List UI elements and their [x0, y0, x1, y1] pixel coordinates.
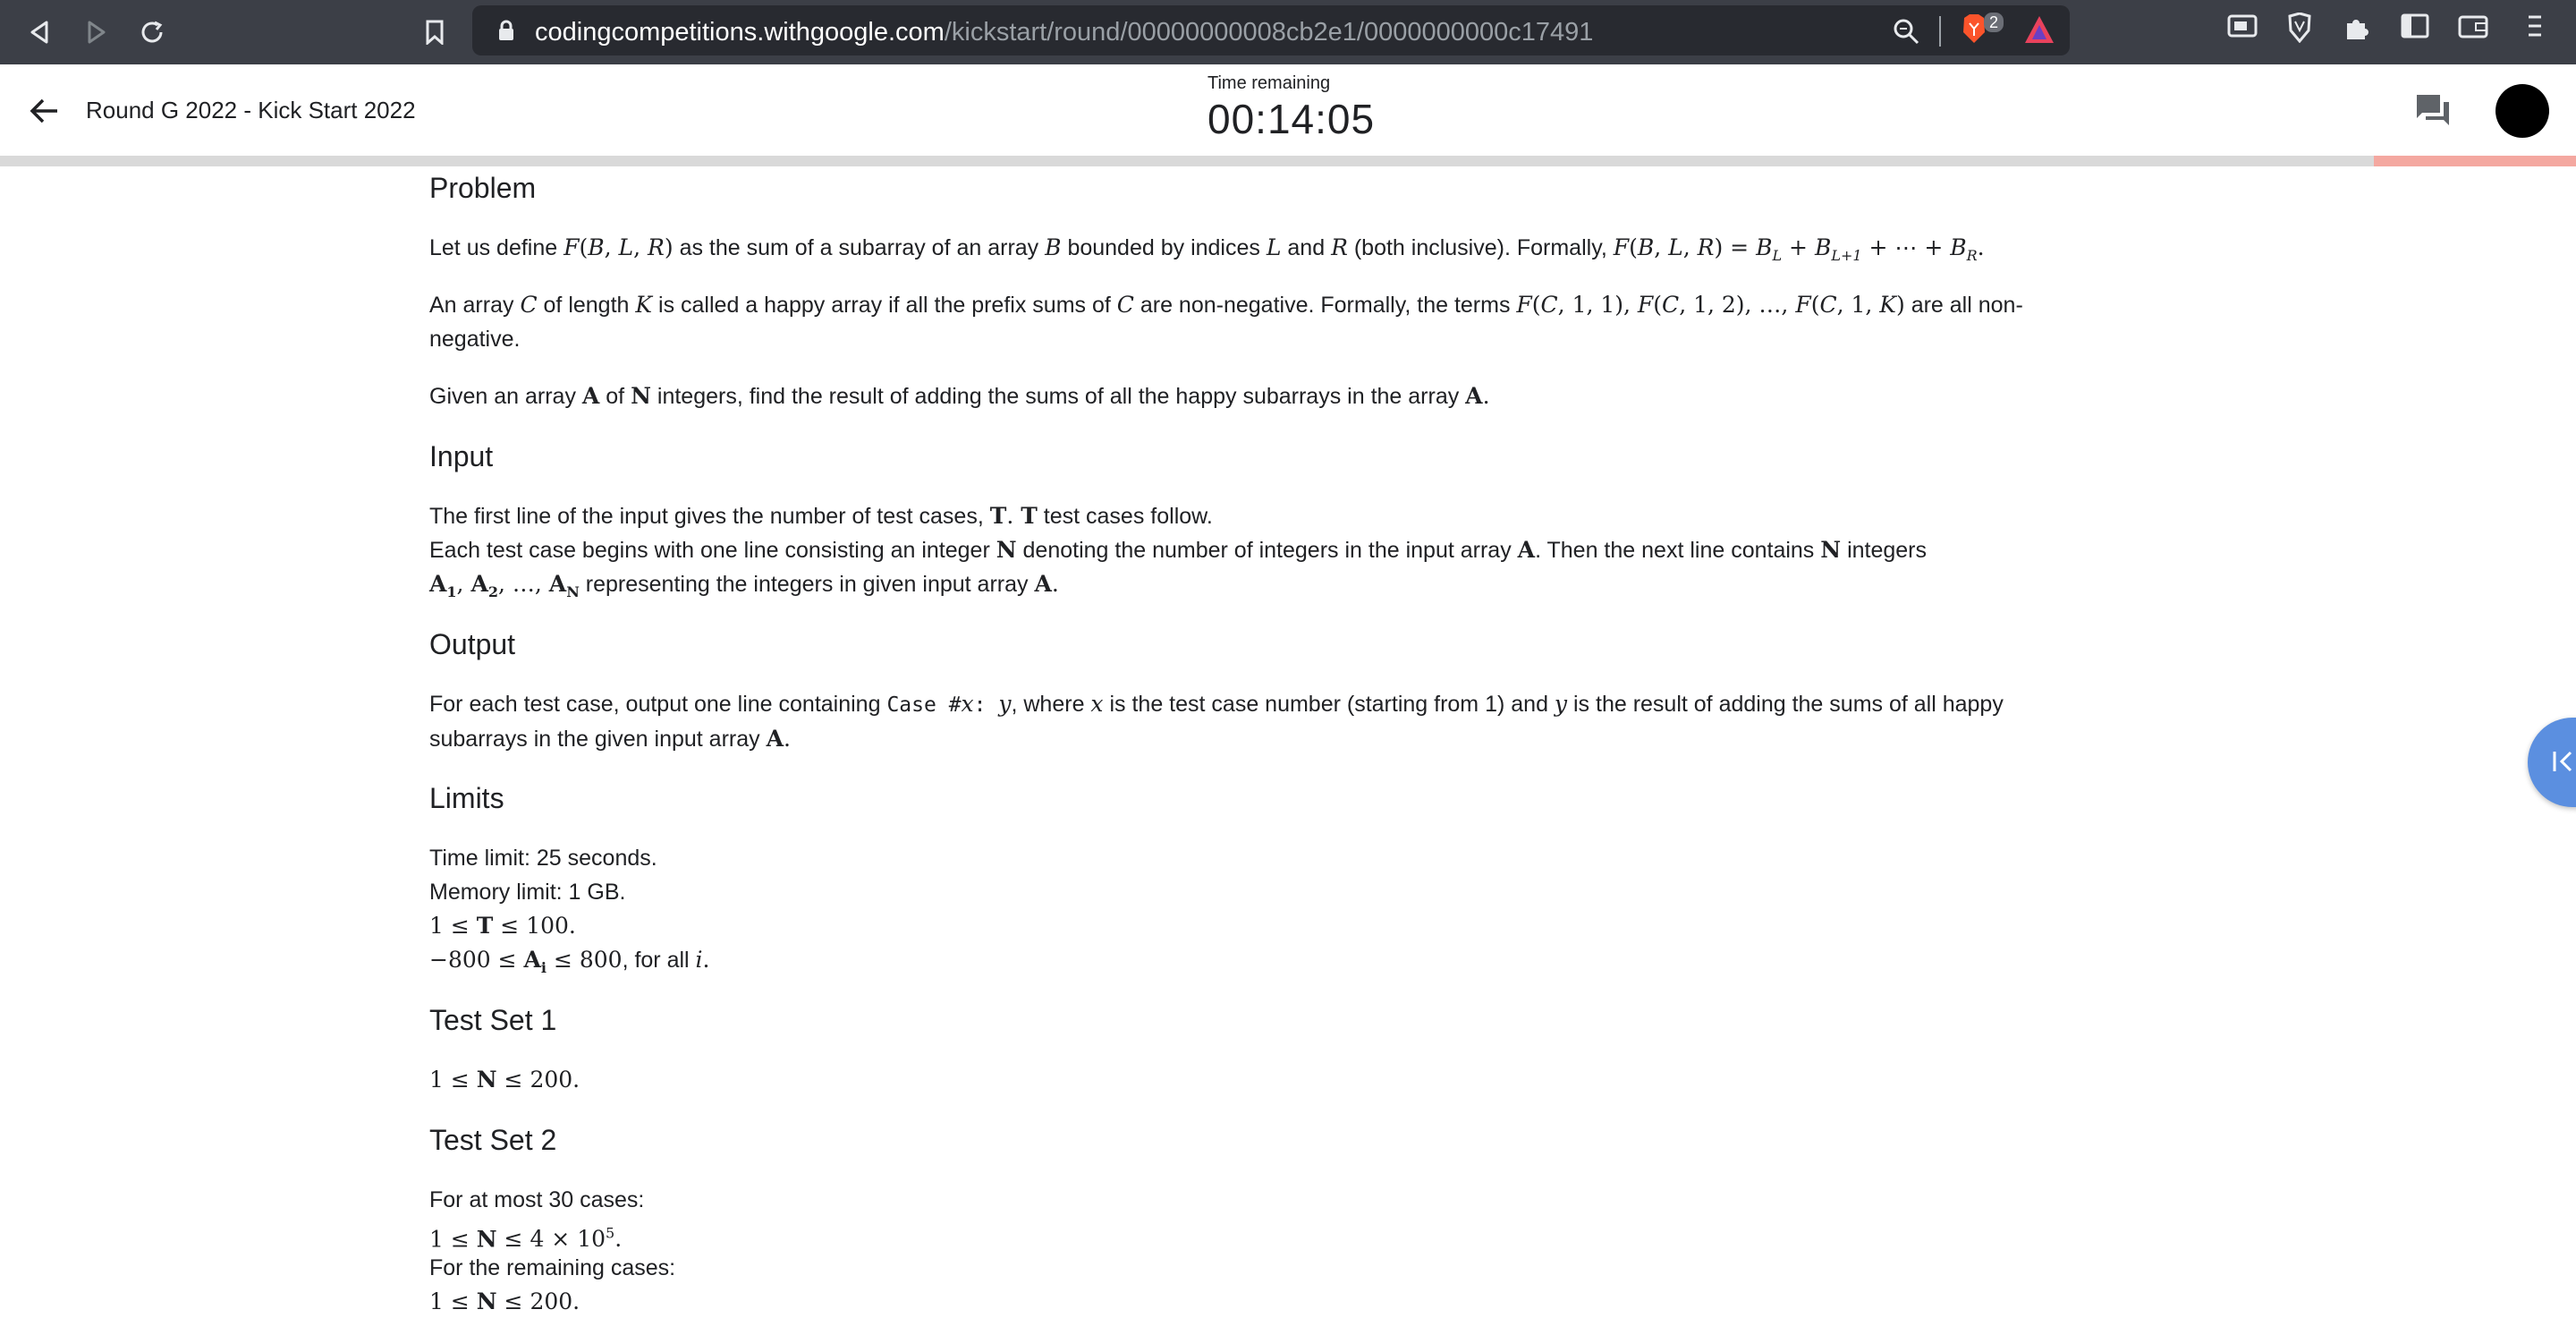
limits-heading: Limits [429, 782, 504, 814]
problem-paragraph-2: An array C of length K is called a happy… [429, 292, 2023, 352]
menu-icon[interactable] [2526, 13, 2544, 44]
url-text: codingcompetitions.withgoogle.com/kickst… [535, 18, 1594, 47]
collapse-left-icon [2551, 748, 2576, 779]
problem-heading: Problem [429, 172, 537, 204]
input-heading: Input [429, 440, 494, 472]
time-remaining-label: Time remaining [1208, 73, 1331, 93]
output-paragraph: For each test case, output one line cont… [429, 691, 2004, 752]
problem-paragraph-3: Given an array A of N integers, find the… [429, 383, 1490, 409]
time-remaining-value: 00:14:05 [1208, 96, 1376, 142]
back-nav-icon[interactable] [21, 14, 57, 50]
progress-track [0, 156, 2576, 166]
test-set-2-heading: Test Set 2 [429, 1124, 557, 1156]
chat-icon[interactable] [2413, 91, 2453, 132]
test-set-2-remaining: For the remaining cases: [429, 1255, 676, 1280]
vpn-shield-icon[interactable] [2286, 12, 2313, 47]
memory-limit: Memory limit: 1 GB. [429, 880, 626, 905]
t-constraint: 1 ≤ T ≤ 100. [429, 913, 576, 939]
test-set-1-constraint: 1 ≤ N ≤ 200. [429, 1067, 580, 1093]
picture-in-picture-icon[interactable] [2227, 13, 2258, 44]
shields-count-badge: 2 [1984, 13, 2004, 32]
avatar[interactable] [2496, 84, 2549, 138]
zoom-icon[interactable] [1893, 18, 1919, 49]
round-title: Round G 2022 - Kick Start 2022 [86, 97, 416, 123]
browser-toolbar: codingcompetitions.withgoogle.com/kickst… [0, 0, 2576, 64]
test-set-1-heading: Test Set 1 [429, 1004, 557, 1036]
reload-icon[interactable] [134, 14, 170, 50]
brave-rewards-icon[interactable] [2023, 14, 2055, 49]
input-line-1: The first line of the input gives the nu… [429, 503, 1213, 529]
test-set-2-at-most: For at most 30 cases: [429, 1187, 645, 1212]
progress-fill [2374, 156, 2576, 166]
input-line-3: A1, A2, …, AN representing the integers … [429, 571, 1059, 600]
extensions-icon[interactable] [2343, 13, 2372, 46]
input-line-2: Each test case begins with one line cons… [429, 537, 1928, 563]
time-limit: Time limit: 25 seconds. [429, 846, 657, 871]
problem-paragraph-1: Let us define F(B, L, R) as the sum of a… [429, 234, 1985, 264]
app-header: Round G 2022 - Kick Start 2022 Time rema… [0, 64, 2576, 156]
divider [1939, 16, 1941, 47]
forward-nav-icon[interactable] [79, 14, 114, 50]
back-arrow-icon[interactable] [27, 93, 63, 133]
bookmark-icon[interactable] [417, 14, 453, 50]
sidebar-toggle-icon[interactable] [2401, 13, 2429, 44]
lock-icon [497, 20, 515, 46]
address-bar[interactable]: codingcompetitions.withgoogle.com/kickst… [472, 5, 2070, 55]
ai-constraint: −800 ≤ Ai ≤ 800, for all i. [429, 947, 710, 976]
output-heading: Output [429, 628, 516, 660]
wallet-icon[interactable] [2458, 13, 2488, 44]
test-set-2-constraint-b: 1 ≤ N ≤ 200. [429, 1288, 580, 1314]
